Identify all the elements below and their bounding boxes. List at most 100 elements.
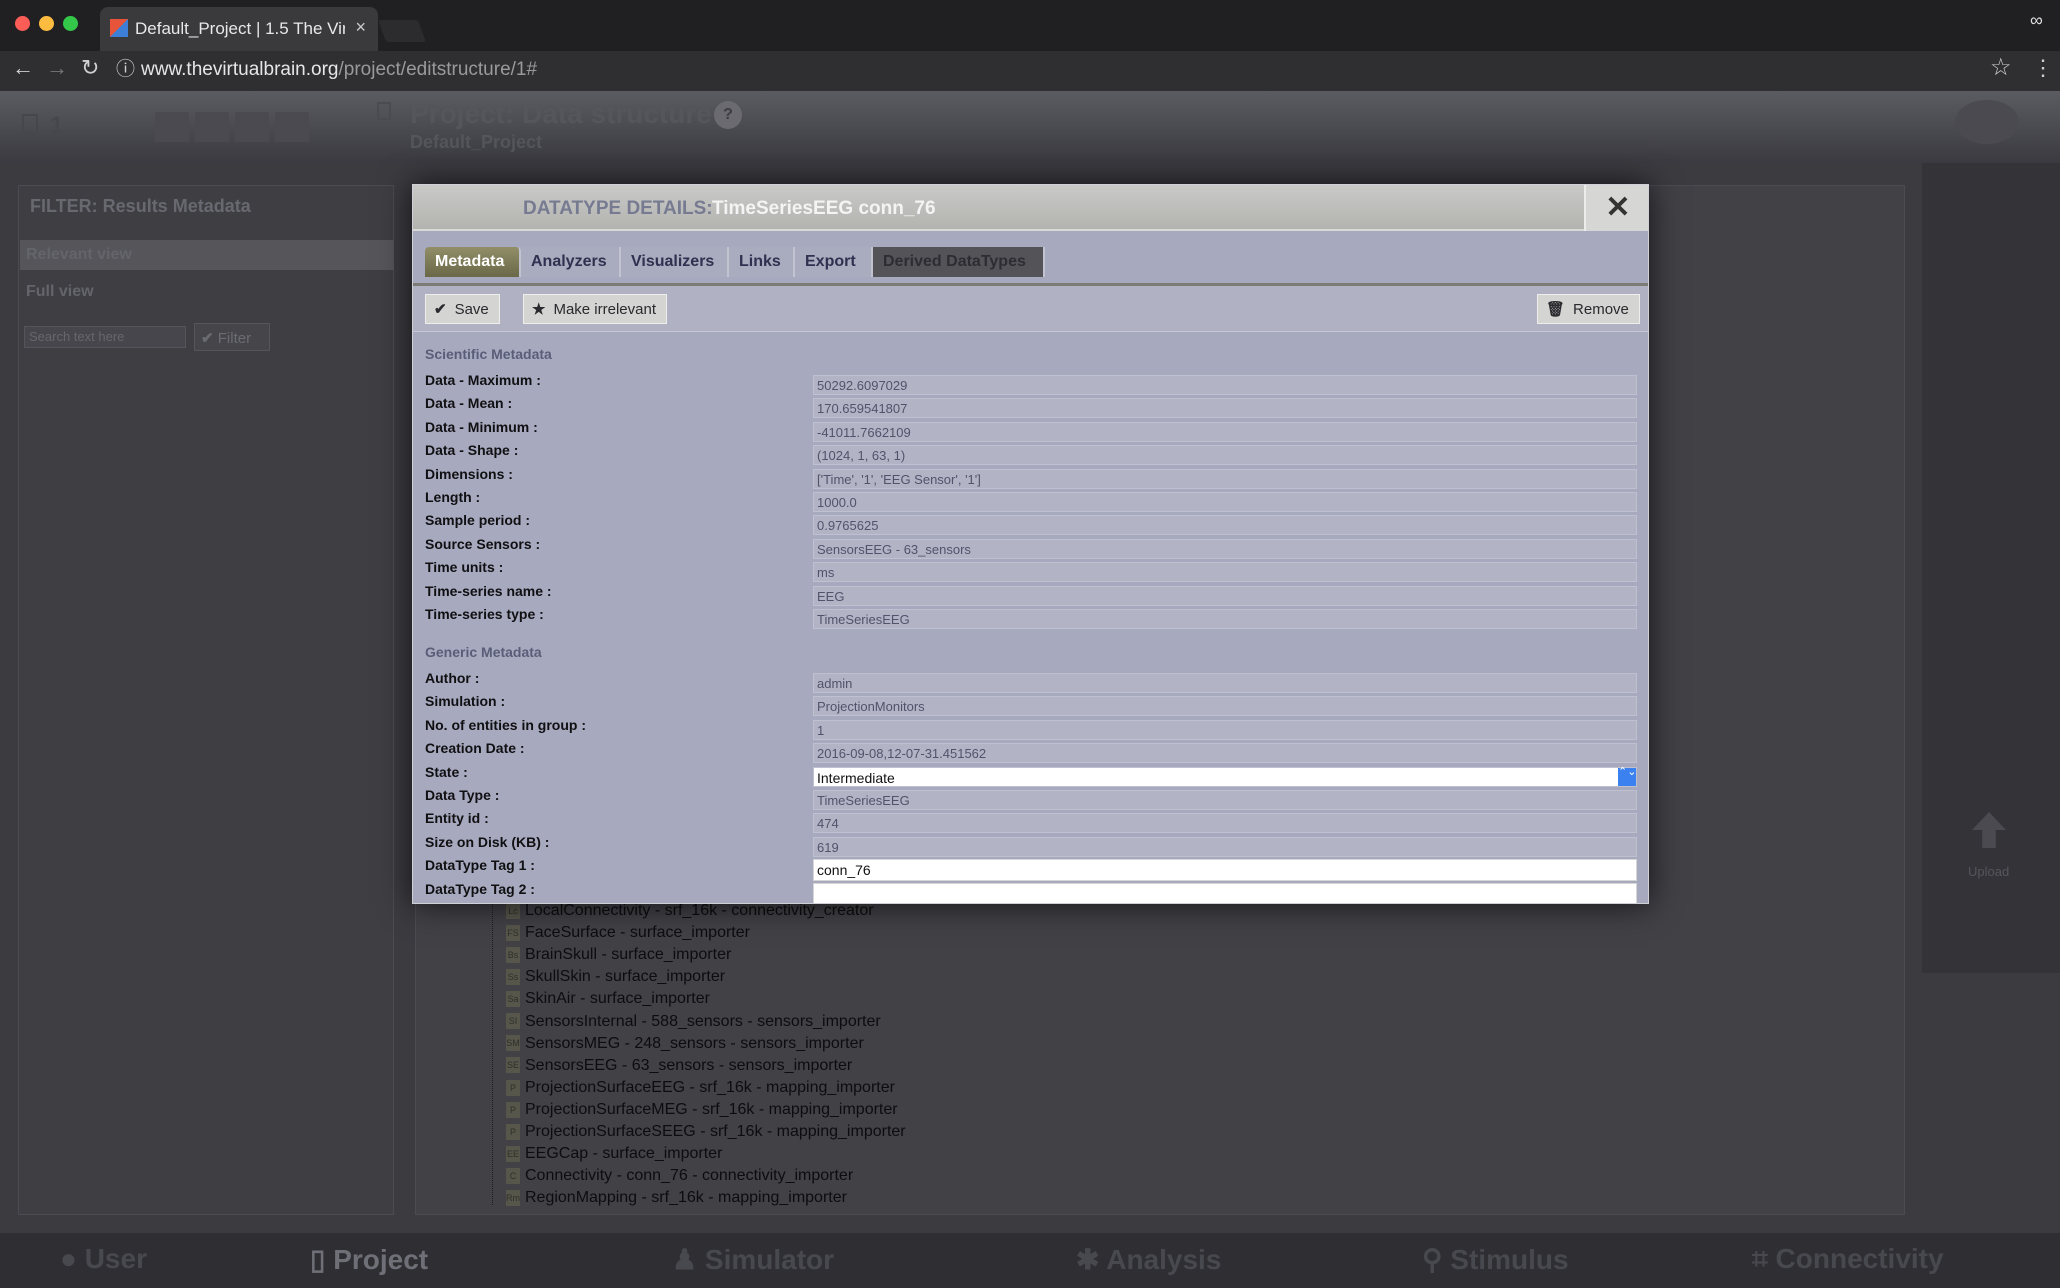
- datatype-icon: P: [506, 1101, 520, 1118]
- remove-button[interactable]: 🗑 Remove: [1537, 294, 1640, 324]
- tree-item[interactable]: SM SensorsMEG - 248_sensors - sensors_imp…: [506, 1035, 864, 1057]
- metadata-row-entity-id: Entity id : 474: [413, 810, 1648, 834]
- nav-connectivity[interactable]: ⌗ Connectivity: [1752, 1243, 1944, 1276]
- metadata-row-data-shape: Data - Shape : (1024, 1, 63, 1): [413, 442, 1648, 466]
- tree-item[interactable]: Sa SkinAir - surface_importer: [506, 990, 710, 1012]
- metadata-value: ProjectionMonitors: [813, 696, 1637, 717]
- tab-metadata[interactable]: Metadata: [425, 247, 521, 277]
- metadata-row-datatype-tag-2: DataType Tag 2 :: [413, 880, 1648, 903]
- user-icon: ●: [60, 1243, 77, 1274]
- metadata-value: ms: [813, 562, 1637, 583]
- tree-item-label: RegionMapping - srf_16k - mapping_import…: [525, 1189, 847, 1207]
- metadata-label: Source Sensors :: [425, 535, 541, 552]
- datatype-icon: EE: [506, 1145, 520, 1162]
- tree-item-label: BrainSkull - surface_importer: [525, 946, 732, 964]
- tree-item[interactable]: EE EEGCap - surface_importer: [506, 1145, 722, 1167]
- site-info-icon[interactable]: ⓘ: [116, 59, 135, 80]
- datatype-icon: Rm: [506, 1190, 520, 1207]
- datatype-tag-input[interactable]: [813, 882, 1637, 903]
- tree-connector: [492, 900, 493, 1205]
- minimize-window-icon[interactable]: [39, 16, 54, 31]
- metadata-row-creation-date: Creation Date : 2016-09-08,12-07-31.45156…: [413, 740, 1648, 764]
- tab-export[interactable]: Export: [795, 247, 873, 277]
- tab-links[interactable]: Links: [729, 247, 795, 277]
- filter-button[interactable]: ✔ Filter: [194, 323, 270, 351]
- tab-close-icon[interactable]: ×: [355, 17, 366, 38]
- browser-menu-icon[interactable]: ⋮: [2032, 55, 2054, 81]
- datatype-icon: SM: [506, 1035, 520, 1052]
- project-name: Default_Project: [410, 132, 543, 152]
- tree-item[interactable]: Rm RegionMapping - srf_16k - mapping_impo…: [506, 1189, 847, 1211]
- tree-item[interactable]: C Connectivity - conn_76 - connectivity_i…: [506, 1167, 853, 1189]
- close-icon[interactable]: ✕: [1584, 185, 1648, 231]
- check-icon: ✔: [434, 301, 447, 318]
- back-icon[interactable]: ←: [12, 55, 34, 81]
- page-doc-icon: [377, 102, 391, 120]
- metadata-label: Data - Maximum :: [425, 372, 541, 388]
- help-icon[interactable]: ?: [714, 101, 742, 129]
- nav-project[interactable]: ▯ Project: [310, 1243, 428, 1276]
- address-bar[interactable]: ⓘ www.thevirtualbrain.org/project/editstr…: [116, 54, 2036, 84]
- new-tab-button[interactable]: [377, 20, 427, 42]
- save-button[interactable]: ✔ Save: [425, 294, 500, 324]
- datatype-icon: FS: [506, 924, 520, 941]
- metadata-row-source-sensors: Source Sensors : SensorsEEG - 63_sensors: [413, 535, 1648, 559]
- maximize-window-icon[interactable]: [63, 16, 78, 31]
- project-grid-icon[interactable]: [155, 112, 315, 142]
- metadata-label: Size on Disk (KB) :: [425, 833, 550, 850]
- reload-icon[interactable]: ↻: [81, 55, 99, 81]
- metadata-value: (1024, 1, 63, 1): [813, 445, 1637, 466]
- select-arrows-icon[interactable]: ⌃⌄: [1618, 766, 1636, 786]
- trash-icon: 🗑: [1546, 301, 1566, 318]
- brain-logo-icon: [1955, 100, 2019, 144]
- tree-item[interactable]: P ProjectionSurfaceMEG - srf_16k - mappin…: [506, 1101, 898, 1123]
- tree-item[interactable]: Lc LocalConnectivity - srf_16k - connecti…: [506, 902, 874, 924]
- metadata-value: 50292.6097029: [813, 375, 1637, 395]
- datatype-icon: SI: [506, 1013, 520, 1030]
- url-path: /project/editstructure/1#: [338, 59, 538, 80]
- tab-derived-datatypes[interactable]: Derived DataTypes: [873, 247, 1045, 277]
- nav-stimulus-label: Stimulus: [1450, 1244, 1569, 1275]
- tab-analyzers[interactable]: Analyzers: [521, 247, 621, 277]
- tree-item-label: LocalConnectivity - srf_16k - connectivi…: [525, 902, 874, 919]
- metadata-label: DataType Tag 2 :: [425, 880, 535, 897]
- metadata-list[interactable]: Scientific Metadata Data - Maximum : 5029…: [413, 332, 1648, 903]
- nav-user[interactable]: ● User: [60, 1243, 147, 1275]
- nav-simulator[interactable]: ♟ Simulator: [672, 1243, 834, 1276]
- upload-label[interactable]: Upload: [1968, 864, 2009, 879]
- metadata-label: Dimensions :: [425, 465, 513, 482]
- state-select[interactable]: Intermediate ⌃⌄: [813, 766, 1637, 787]
- browser-tab[interactable]: Default_Project | 1.5 The Virtual Brain …: [100, 7, 378, 51]
- nav-project-label: Project: [333, 1244, 429, 1275]
- nav-stimulus[interactable]: ⚲ Stimulus: [1422, 1243, 1569, 1276]
- tree-item[interactable]: Ss SkullSkin - surface_importer: [506, 968, 725, 990]
- page-title: Project: Data structure: [410, 98, 712, 129]
- metadata-row-time-units: Time units : ms: [413, 559, 1648, 583]
- tab-title: Default_Project | 1.5 The Virtual Brain: [135, 19, 345, 38]
- metadata-row-dimensions: Dimensions : ['Time', '1', 'EEG Sensor', …: [413, 465, 1648, 489]
- tree-item[interactable]: FS FaceSurface - surface_importer: [506, 924, 750, 946]
- metadata-label: Author :: [425, 670, 480, 686]
- tab-visualizers[interactable]: Visualizers: [621, 247, 729, 277]
- metadata-value: 2016-09-08,12-07-31.451562: [813, 743, 1637, 764]
- make-irrelevant-button[interactable]: ★ Make irrelevant: [523, 294, 667, 324]
- tree-item[interactable]: SE SensorsEEG - 63_sensors - sensors_impo…: [506, 1057, 852, 1079]
- tree-item[interactable]: P ProjectionSurfaceEEG - srf_16k - mappin…: [506, 1079, 895, 1101]
- forward-icon[interactable]: →: [46, 55, 68, 81]
- tree-item-label: EEGCap - surface_importer: [525, 1145, 723, 1163]
- close-window-icon[interactable]: [15, 16, 30, 31]
- tree-item[interactable]: Bs BrainSkull - surface_importer: [506, 946, 731, 968]
- relevant-view-tab[interactable]: Relevant view: [20, 240, 394, 270]
- nav-analysis[interactable]: ✱ Analysis: [1076, 1243, 1221, 1276]
- tree-item-label: ProjectionSurfaceSEEG - srf_16k - mappin…: [525, 1123, 906, 1140]
- make-irrelevant-label: Make irrelevant: [553, 301, 656, 318]
- tree-item[interactable]: P ProjectionSurfaceSEEG - srf_16k - mappi…: [506, 1123, 906, 1145]
- search-input[interactable]: Search text here: [24, 326, 186, 348]
- full-view-tab[interactable]: Full view: [20, 277, 394, 307]
- tree-item[interactable]: SI SensorsInternal - 588_sensors - sensor…: [506, 1013, 881, 1035]
- metadata-label: Data - Mean :: [425, 395, 513, 412]
- metadata-value: TimeSeriesEEG: [813, 609, 1637, 629]
- bookmark-star-icon[interactable]: ☆: [1990, 53, 2012, 82]
- metadata-label: Creation Date :: [425, 740, 525, 757]
- datatype-tag-input[interactable]: conn_76: [813, 859, 1637, 882]
